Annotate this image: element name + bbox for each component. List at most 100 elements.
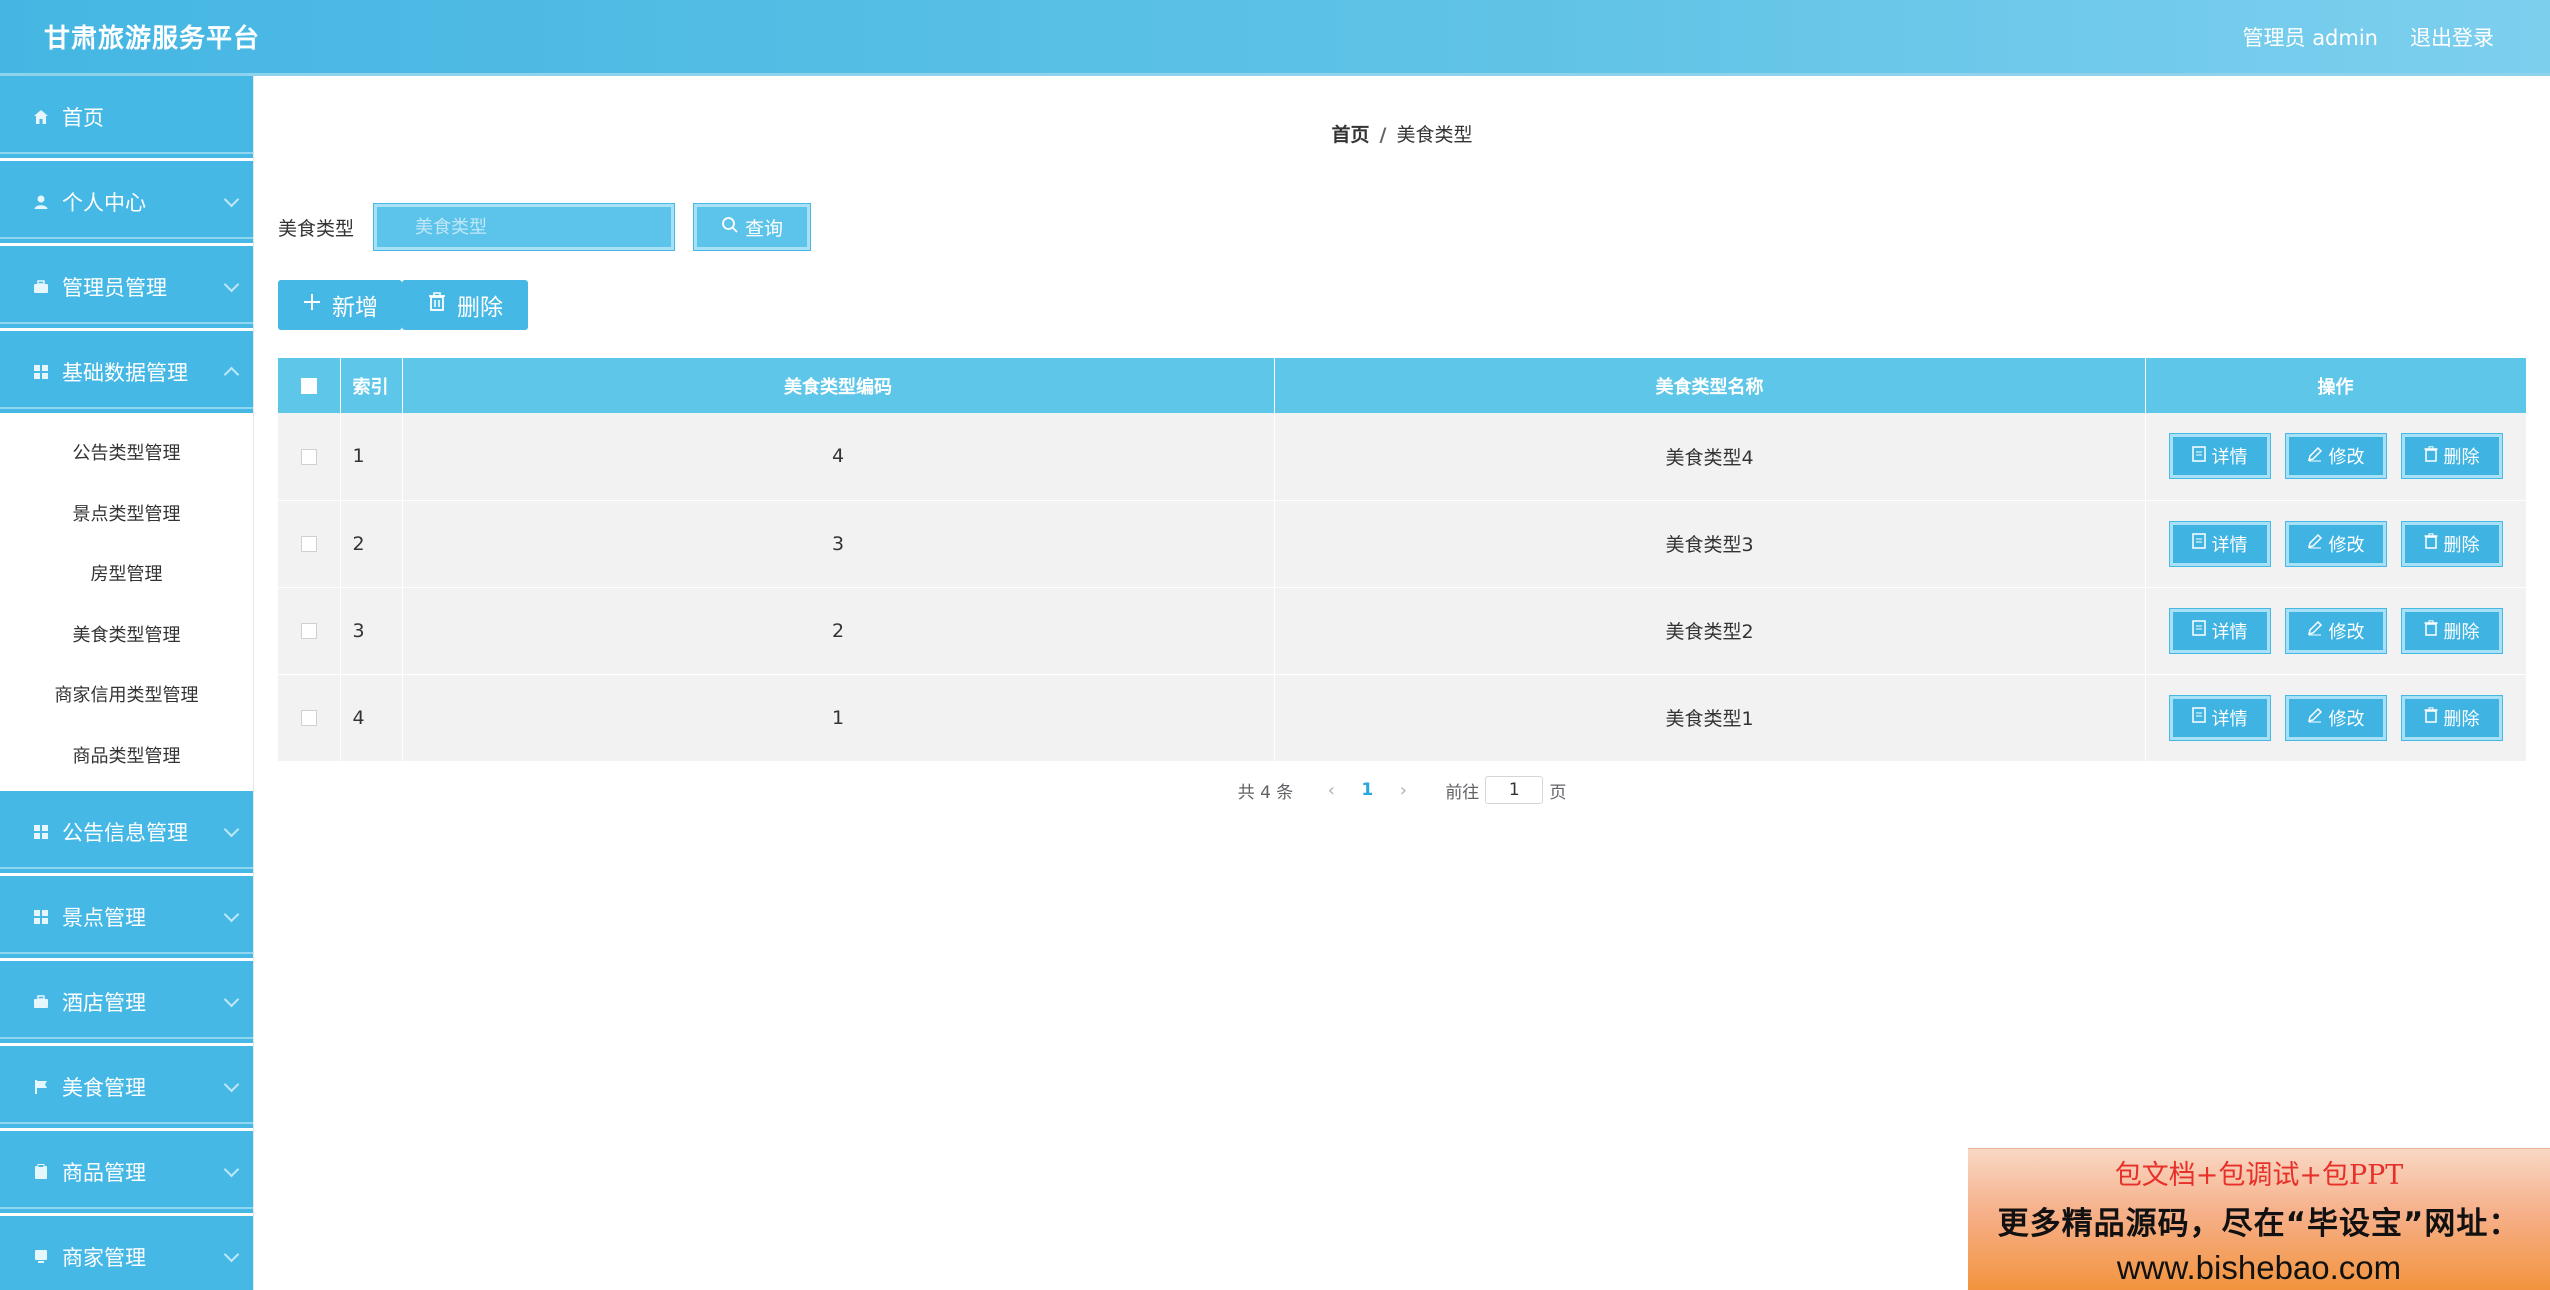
column-header-code[interactable]: 美食类型编码 [402, 358, 1275, 413]
delete-button[interactable]: 删除 [2401, 521, 2502, 566]
sidebar-item-base-data-management[interactable]: 基础数据管理 [0, 331, 253, 416]
detail-button-label: 详情 [2211, 534, 2248, 556]
flag-icon [32, 1078, 50, 1096]
chevron-down-icon [223, 1161, 240, 1178]
detail-button[interactable]: 详情 [2169, 608, 2270, 653]
briefcase-icon [32, 278, 50, 296]
sidebar-item-label: 酒店管理 [62, 991, 146, 1015]
edit-button-label: 修改 [2328, 621, 2365, 643]
detail-button-label: 详情 [2211, 621, 2248, 643]
goto-prefix: 前往 [1445, 782, 1480, 803]
document-icon [2191, 533, 2206, 554]
column-header-name[interactable]: 美食类型名称 [1274, 358, 2146, 413]
row-select-cell [278, 500, 341, 587]
row-code: 3 [402, 500, 1275, 587]
row-checkbox[interactable] [300, 710, 317, 726]
row-name: 美食类型2 [1274, 587, 2146, 674]
promo-url: www.bishebao.com [2116, 1249, 2402, 1286]
delete-button-label: 删除 [2443, 534, 2480, 556]
delete-button[interactable]: 删除 [2401, 434, 2502, 479]
sidebar-item-scenic-management[interactable]: 景点管理 [0, 876, 253, 961]
detail-button[interactable]: 详情 [2169, 695, 2270, 740]
row-name: 美食类型3 [1274, 500, 2146, 587]
edit-button[interactable]: 修改 [2285, 695, 2386, 740]
prev-page-icon[interactable]: ‹ [1315, 780, 1347, 801]
delete-button-label: 删除 [2443, 708, 2480, 730]
food-type-search-input[interactable] [374, 204, 675, 250]
page-number-current[interactable]: 1 [1347, 780, 1387, 800]
document-icon [2191, 620, 2206, 641]
trash-icon [2424, 533, 2438, 554]
edit-pen-icon [2307, 446, 2323, 467]
chevron-down-icon [223, 821, 240, 838]
sidebar-item-label: 景点管理 [62, 906, 146, 930]
sidebar-item-hotel-management[interactable]: 酒店管理 [0, 961, 253, 1046]
edit-button[interactable]: 修改 [2285, 521, 2386, 566]
edit-button[interactable]: 修改 [2285, 434, 2386, 479]
sidebar-item-admin-management[interactable]: 管理员管理 [0, 246, 253, 331]
edit-button[interactable]: 修改 [2285, 608, 2386, 653]
trash-icon [427, 292, 447, 318]
batch-delete-button[interactable]: 删除 [402, 280, 528, 330]
sidebar-item-home[interactable]: 首页 [0, 76, 253, 161]
edit-button-label: 修改 [2328, 708, 2365, 730]
goto-page-input[interactable] [1485, 776, 1544, 804]
food-type-table: 索引 美食类型编码 美食类型名称 操作 1 4 美食类型4 详情 修改 删除 2… [278, 358, 2527, 762]
grid-icon [32, 823, 50, 841]
chevron-down-icon [223, 1246, 240, 1263]
clipboard-icon [32, 1163, 50, 1181]
goto-suffix: 页 [1549, 782, 1567, 803]
delete-button[interactable]: 删除 [2401, 608, 2502, 653]
sidebar-item-label: 美食管理 [62, 1076, 146, 1100]
next-page-icon[interactable]: › [1387, 780, 1419, 801]
row-checkbox[interactable] [300, 536, 317, 552]
pagination-total: 共 4 条 [1237, 782, 1294, 803]
chevron-down-icon [223, 906, 240, 923]
trash-icon [2424, 446, 2438, 467]
edit-button-label: 修改 [2328, 447, 2365, 469]
submenu-item-food-type[interactable]: 美食类型管理 [0, 604, 253, 665]
detail-button[interactable]: 详情 [2169, 434, 2270, 479]
edit-pen-icon [2307, 533, 2323, 554]
submenu-item-product-type[interactable]: 商品类型管理 [0, 725, 253, 786]
action-toolbar: 新增 删除 [278, 280, 528, 330]
briefcase-icon [32, 993, 50, 1011]
sidebar-item-label: 个人中心 [62, 191, 146, 215]
row-index: 3 [340, 587, 403, 674]
search-icon [721, 216, 739, 239]
sidebar-item-merchant-management[interactable]: 商家管理 [0, 1216, 253, 1290]
logout-link[interactable]: 退出登录 [2410, 22, 2494, 52]
submenu-item-merchant-credit-type[interactable]: 商家信用类型管理 [0, 664, 253, 725]
query-button[interactable]: 查询 [694, 204, 811, 250]
row-checkbox[interactable] [300, 448, 317, 465]
row-actions: 详情 修改 删除 [2145, 413, 2527, 500]
sidebar-item-personal-center[interactable]: 个人中心 [0, 161, 253, 246]
sidebar-item-notice-management[interactable]: 公告信息管理 [0, 791, 253, 876]
row-select-cell [278, 587, 341, 674]
select-all-checkbox[interactable] [300, 378, 317, 394]
plus-icon [302, 292, 322, 318]
row-code: 4 [402, 413, 1275, 500]
delete-button[interactable]: 删除 [2401, 695, 2502, 740]
breadcrumb: 首页 / 美食类型 [254, 120, 2550, 147]
submenu-item-room-type[interactable]: 房型管理 [0, 543, 253, 604]
sidebar-item-label: 基础数据管理 [62, 361, 188, 385]
sidebar-item-food-management[interactable]: 美食管理 [0, 1046, 253, 1131]
edit-button-label: 修改 [2328, 534, 2365, 556]
monitor-icon [32, 1248, 50, 1266]
breadcrumb-home[interactable]: 首页 [1332, 124, 1370, 146]
sidebar-item-label: 商品管理 [62, 1161, 146, 1185]
submenu-item-notice-type[interactable]: 公告类型管理 [0, 422, 253, 483]
document-icon [2191, 707, 2206, 728]
add-button[interactable]: 新增 [278, 280, 402, 330]
search-bar: 美食类型 查询 [278, 204, 811, 250]
submenu-item-scenic-type[interactable]: 景点类型管理 [0, 483, 253, 544]
sidebar-item-product-management[interactable]: 商品管理 [0, 1131, 253, 1216]
sidebar-item-label: 公告信息管理 [62, 821, 188, 845]
row-checkbox[interactable] [300, 623, 317, 639]
detail-button[interactable]: 详情 [2169, 521, 2270, 566]
row-name: 美食类型4 [1274, 413, 2146, 500]
chevron-down-icon [223, 991, 240, 1008]
row-index: 2 [340, 500, 403, 587]
row-select-cell [278, 413, 341, 500]
